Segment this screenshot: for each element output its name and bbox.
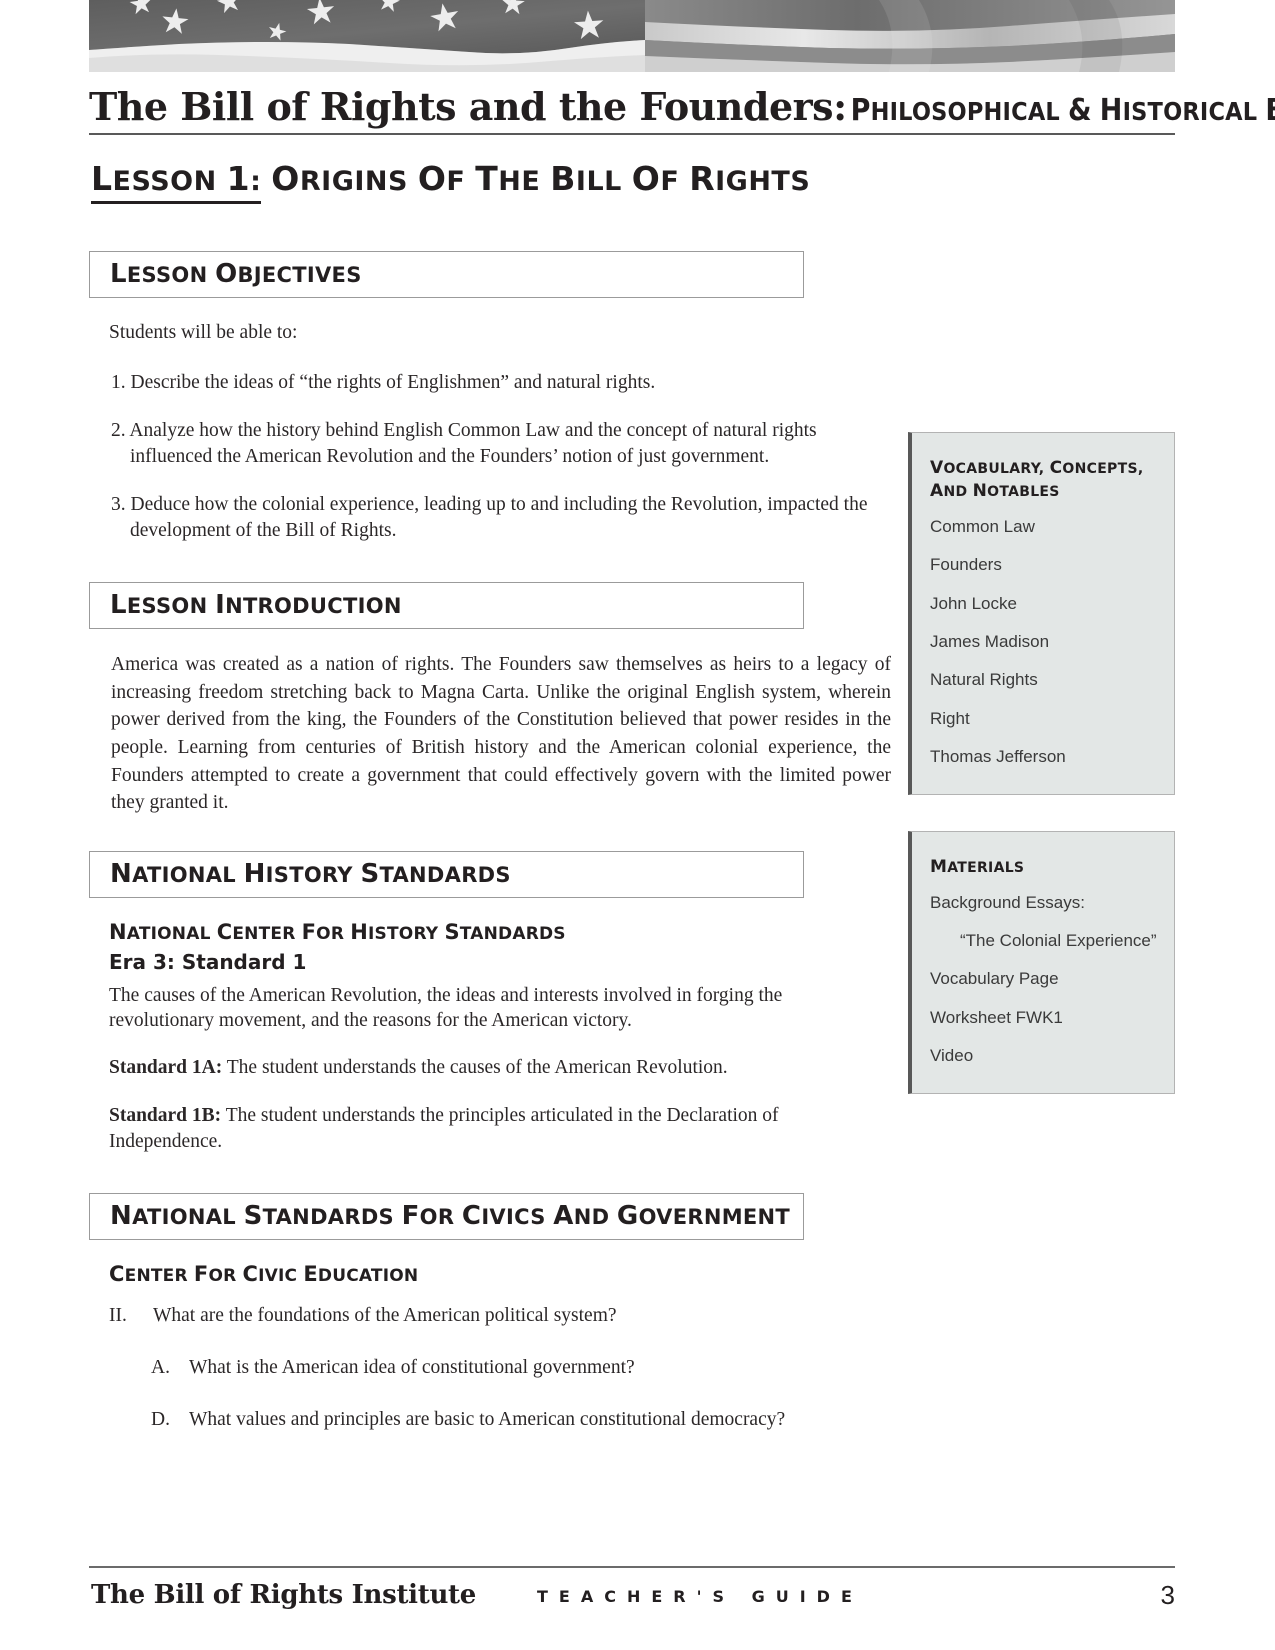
history-standards-organization: NATIONAL CENTER FOR HISTORY STANDARDS	[109, 919, 566, 944]
list-item-label: What is the American idea of constitutio…	[189, 1356, 635, 1378]
document-title-subtitle: PHILOSOPHICAL & HISTORICAL BACKGROUND	[850, 93, 1275, 128]
section-header-lesson-objectives: LESSON OBJECTIVES	[89, 251, 804, 299]
standard-1b: Standard 1B: The student understands the…	[109, 1103, 804, 1155]
section-header-national-history-standards: NATIONAL HISTORY STANDARDS	[89, 850, 804, 898]
list-item-label: What are the foundations of the American…	[153, 1304, 617, 1326]
flag-banner-image	[89, 0, 1175, 72]
list-item: “The Colonial Experience”	[960, 930, 1157, 950]
section-header-civics-government-standards: NATIONAL STANDARDS FOR CIVICS AND GOVERN…	[89, 1193, 804, 1241]
civics-standards-organization: CENTER FOR CIVIC EDUCATION	[109, 1262, 419, 1287]
document-title: The Bill of Rights and the Founders: PHIL…	[89, 88, 1275, 135]
sidebar: VOCABULARY, CONCEPTS, AND NOTABLES Commo…	[908, 432, 1175, 1130]
list-item-label: What values and principles are basic to …	[189, 1408, 786, 1430]
standard-1a-text: The student understands the causes of th…	[226, 1057, 728, 1079]
list-item: II. What are the foundations of the Amer…	[109, 1303, 804, 1329]
materials-box: MATERIALS Background Essays: “The Coloni…	[908, 830, 1175, 1094]
list-item: Common Law	[930, 516, 1035, 536]
document-page: The Bill of Rights and the Founders: PHIL…	[0, 0, 1275, 1650]
history-standards-era: Era 3: Standard 1	[109, 949, 307, 974]
list-item: Vocabulary Page	[930, 969, 1059, 989]
list-item-marker: D.	[151, 1408, 170, 1430]
page-footer: The Bill of Rights Institute TEACHER'S G…	[89, 1578, 1175, 1628]
civics-standards-list: II. What are the foundations of the Amer…	[109, 1303, 804, 1433]
page-title: LESSON 1: ORIGINS OF THE BILL OF RIGHTS	[91, 159, 1175, 204]
list-item: Natural Rights	[930, 670, 1038, 690]
institute-logo: The Bill of Rights Institute	[91, 1580, 477, 1610]
flag-graphic	[89, 0, 1175, 72]
page-number: 3	[1160, 1580, 1175, 1610]
main-column: LESSON OBJECTIVES Students will be able …	[89, 251, 891, 1433]
list-item: James Madison	[930, 632, 1050, 652]
document-title-main: The Bill of Rights and the Founders:	[89, 84, 847, 129]
footer-guide-label: TEACHER'S GUIDE	[537, 1587, 863, 1606]
standard-1b-label: Standard 1B:	[109, 1105, 222, 1127]
history-standards-description: The causes of the American Revolution, t…	[109, 984, 783, 1032]
list-item: Right	[930, 708, 970, 728]
objectives-lead: Students will be able to:	[109, 322, 298, 344]
objective-item: 1. Describe the ideas of “the rights of …	[111, 372, 656, 394]
vocabulary-box: VOCABULARY, CONCEPTS, AND NOTABLES Commo…	[908, 432, 1175, 795]
list-item: A. What is the American idea of constitu…	[151, 1355, 804, 1381]
lesson-title-text: ORIGINS OF THE BILL OF RIGHTS	[271, 159, 811, 198]
list-item: Thomas Jefferson	[930, 747, 1066, 767]
standard-1a-label: Standard 1A:	[109, 1057, 223, 1079]
objective-item: 3. Deduce how the colonial experience, l…	[111, 493, 868, 541]
footer-divider	[89, 1566, 1175, 1568]
vocabulary-box-title: VOCABULARY, CONCEPTS, AND NOTABLES	[930, 458, 1144, 501]
list-item: Worksheet FWK1	[930, 1007, 1063, 1027]
page-content: The Bill of Rights and the Founders: PHIL…	[89, 88, 1275, 1458]
lesson-number-label: LESSON 1:	[91, 160, 262, 204]
objective-item: 2. Analyze how the history behind Englis…	[111, 420, 817, 468]
materials-box-title: MATERIALS	[930, 856, 1025, 877]
introduction-body: America was created as a nation of right…	[111, 653, 891, 814]
list-item: Video	[930, 1046, 974, 1066]
list-item: John Locke	[930, 593, 1017, 613]
list-item: D. What values and principles are basic …	[151, 1407, 804, 1433]
list-item: Founders	[930, 555, 1002, 575]
list-item: Background Essays:	[930, 892, 1085, 912]
list-item-marker: II.	[109, 1304, 127, 1326]
list-item-marker: A.	[151, 1356, 170, 1378]
standard-1a: Standard 1A: The student understands the…	[109, 1055, 804, 1081]
section-header-lesson-introduction: LESSON INTRODUCTION	[89, 581, 804, 629]
